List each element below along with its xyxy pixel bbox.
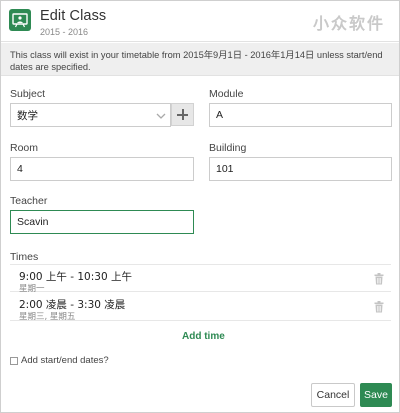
time-row[interactable]: 2:00 凌晨 - 3:30 凌晨 星期三, 星期五: [10, 293, 391, 322]
chevron-down-icon[interactable]: [154, 111, 168, 121]
save-button[interactable]: Save: [360, 383, 392, 407]
subject-label: Subject: [10, 88, 46, 100]
times-label: Times: [10, 251, 39, 263]
teacher-label: Teacher: [10, 195, 48, 207]
time-days: 星期三, 星期五: [19, 312, 76, 322]
trash-icon[interactable]: [374, 301, 384, 313]
times-list: 9:00 上午 - 10:30 上午 星期一 2:00 凌晨 - 3:30 凌晨…: [10, 264, 391, 322]
module-label: Module: [209, 88, 244, 100]
building-field[interactable]: [209, 157, 392, 181]
school-year-subtitle: 2015 - 2016: [40, 27, 89, 37]
add-dates-label[interactable]: Add start/end dates?: [21, 355, 109, 366]
building-label: Building: [209, 142, 247, 154]
add-subject-button[interactable]: [171, 103, 194, 126]
trash-icon[interactable]: [374, 273, 384, 285]
time-row[interactable]: 9:00 上午 - 10:30 上午 星期一: [10, 264, 391, 294]
room-label: Room: [10, 142, 39, 154]
watermark-logo: 小众软件: [313, 14, 386, 33]
dialog-header: Edit Class 2015 - 2016 小众软件: [1, 1, 399, 42]
dialog-title: Edit Class: [40, 8, 107, 24]
presentation-board-icon: [9, 9, 31, 31]
add-dates-checkbox[interactable]: [10, 357, 18, 365]
cancel-button[interactable]: Cancel: [311, 383, 355, 407]
info-banner: This class will exist in your timetable …: [1, 43, 399, 76]
edit-class-dialog: Edit Class 2015 - 2016 小众软件 This class w…: [0, 0, 400, 413]
room-field[interactable]: [10, 157, 194, 181]
teacher-field[interactable]: [10, 210, 194, 234]
module-field[interactable]: [209, 103, 392, 127]
add-time-link[interactable]: Add time: [182, 331, 225, 342]
subject-select[interactable]: [10, 103, 171, 127]
